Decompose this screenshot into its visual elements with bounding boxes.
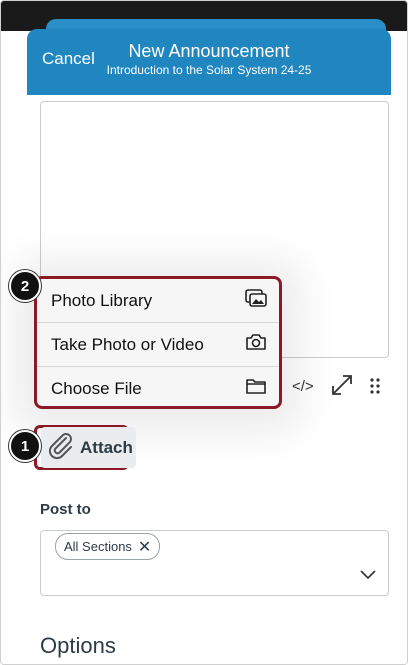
paperclip-icon	[44, 429, 76, 466]
options-heading: Options	[40, 633, 116, 658]
menu-item-label: Photo Library	[51, 290, 153, 310]
modal-header: Cancel New Announcement Introduction to …	[27, 29, 391, 95]
menu-item-label: Take Photo or Video	[51, 334, 204, 354]
callout-badge-1: 1	[9, 430, 41, 462]
folder-icon	[245, 377, 267, 400]
expand-icon[interactable]	[330, 373, 354, 401]
course-subtitle: Introduction to the Solar System 24-25	[106, 63, 312, 77]
photo-library-icon	[245, 289, 267, 312]
more-vertical-icon[interactable]	[369, 377, 381, 399]
post-to-select[interactable]: All Sections ✕	[40, 530, 389, 596]
camera-icon	[245, 333, 267, 356]
callout-badge-2: 2	[9, 270, 41, 302]
attach-label: Attach	[80, 437, 133, 457]
menu-item-photo-library[interactable]: Photo Library	[37, 279, 279, 323]
chip-label: All Sections	[64, 539, 132, 554]
attach-menu: Photo Library Take Photo or Video Choose…	[34, 276, 282, 409]
screen: Cancel New Announcement Introduction to …	[0, 0, 408, 665]
attach-button[interactable]: Attach	[41, 427, 136, 468]
remove-section-button[interactable]: ✕	[138, 537, 151, 557]
menu-item-label: Choose File	[51, 378, 142, 398]
html-toggle-button[interactable]: </>	[292, 378, 314, 395]
attach-highlight: Attach	[34, 425, 136, 470]
menu-item-choose-file[interactable]: Choose File	[37, 367, 279, 406]
page-title: New Announcement	[128, 41, 290, 61]
chevron-down-icon[interactable]	[360, 567, 376, 585]
menu-item-take-photo[interactable]: Take Photo or Video	[37, 323, 279, 367]
post-to-label: Post to	[40, 501, 91, 518]
section-chip: All Sections ✕	[55, 533, 161, 560]
